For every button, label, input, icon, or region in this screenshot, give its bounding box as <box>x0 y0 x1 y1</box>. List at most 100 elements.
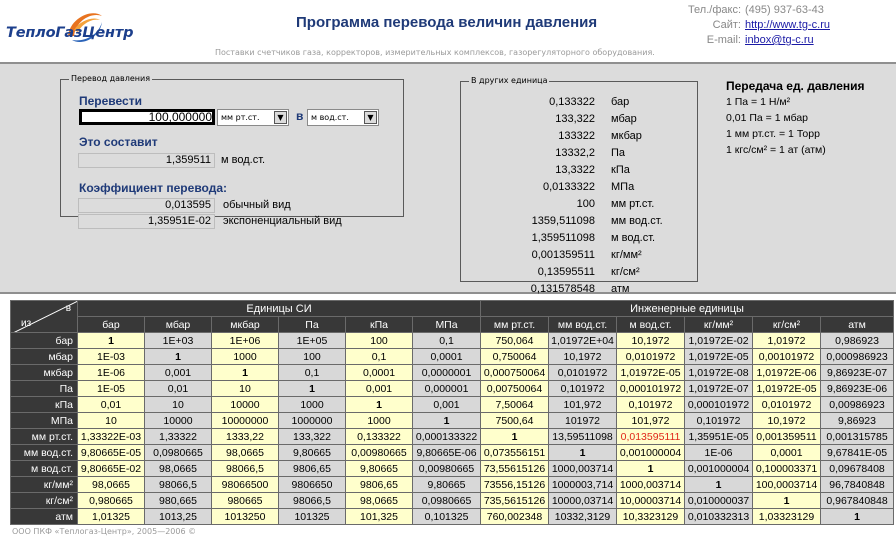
table-cell: 9,86923E-06 <box>820 380 895 397</box>
site-link[interactable]: http://www.tg-c.ru <box>745 19 830 31</box>
table-row: мм вод.ст. 9,80665E-05 0,0980665 98,0665 9,8… <box>10 444 895 461</box>
footer-copyright: ООО ПКФ «Теплогаз-Центр», 2005—2006 © <box>12 527 197 536</box>
table-cell: 73,55615126 <box>480 460 550 477</box>
other-unit: мкбар <box>611 130 642 142</box>
list-item: 100 мм рт.ст. <box>461 196 699 213</box>
table-cell: 10,3323129 <box>616 508 686 525</box>
table-cell: 750,064 <box>480 332 550 349</box>
table-cell: 10 <box>77 412 145 429</box>
table-cell: 980665 <box>211 492 279 509</box>
si-units-header: Единицы СИ <box>76 300 482 317</box>
table-cell: 0,133322 <box>345 428 413 445</box>
from-unit-value: мм рт.ст. <box>221 113 260 122</box>
corner-to-label: в <box>65 303 71 314</box>
table-cell: 1,01972E-02 <box>684 332 754 349</box>
table-cell: 1 <box>144 348 212 365</box>
table-cell: 1,01325 <box>77 508 145 525</box>
from-unit-select[interactable]: мм рт.ст. ▼ <box>217 109 289 126</box>
column-header: бар <box>77 316 145 333</box>
email-link[interactable]: inbox@tg-c.ru <box>745 34 814 46</box>
table-cell: 1,33322 <box>144 428 212 445</box>
table-row: кг/мм² 98,0665 98066,5 98066500 9806650 9806,… <box>10 476 895 493</box>
table-cell: 1000003,714 <box>548 476 618 493</box>
result-value: 1,359511 <box>78 153 215 168</box>
row-header: мкбар <box>10 364 78 381</box>
table-cell: 0,750064 <box>480 348 550 365</box>
table-cell: 0,00980665 <box>345 444 413 461</box>
table-cell: 0,0980665 <box>144 444 212 461</box>
table-cell: 98066500 <box>211 476 279 493</box>
table-cell: 1,01972E-05 <box>684 348 754 365</box>
table-cell: 10 <box>144 396 212 413</box>
table-cell: 0,001315785 <box>820 428 895 445</box>
logo-text: ТеплоГазЦентр <box>6 25 134 41</box>
other-unit: кг/см² <box>611 266 640 278</box>
table-body: бар 1 1E+03 1E+06 1E+05 100 0,1 750,064 1,01972E… <box>10 332 895 525</box>
table-corner: в из <box>10 300 78 333</box>
coefficient-exp-value: 1,35951E-02 <box>78 214 215 229</box>
table-cell: 0,001 <box>411 396 482 413</box>
table-cell: 1 <box>684 476 754 493</box>
converter-panel: Перевод давления Перевести 100,000000 мм… <box>0 62 896 295</box>
other-value: 13332,2 <box>555 147 595 159</box>
table-cell: 1,01972E+04 <box>548 332 618 349</box>
list-item: 1359,511098 мм вод.ст. <box>461 213 699 230</box>
table-cell: 101,325 <box>345 508 413 525</box>
to-unit-select[interactable]: м вод.ст. ▼ <box>307 109 379 126</box>
convert-label: Перевести <box>79 94 142 108</box>
column-header: мм вод.ст. <box>548 316 618 333</box>
table-cell: 98066,5 <box>144 476 212 493</box>
table-cell: 9806,65 <box>278 460 346 477</box>
table-cell: 0,09678408 <box>820 460 895 477</box>
list-item: 0,0133322 МПа <box>461 179 699 196</box>
other-value: 0,13595511 <box>537 266 595 278</box>
table-cell: 1000,003714 <box>616 476 686 493</box>
site-label: Сайт: <box>712 19 741 31</box>
table-cell: 1E-06 <box>684 444 754 461</box>
other-unit: МПа <box>611 181 635 193</box>
column-header: кПа <box>345 316 413 333</box>
other-unit: кг/мм² <box>611 249 642 261</box>
value-input[interactable]: 100,000000 <box>79 109 215 125</box>
table-row: мм рт.ст. 1,33322E-03 1,33322 1333,22 133,32… <box>10 428 895 445</box>
table-cell: 101972 <box>548 412 618 429</box>
other-value: 13,3322 <box>555 164 595 176</box>
table-cell: 0,01 <box>144 380 212 397</box>
row-header: кг/см² <box>10 492 78 509</box>
table-cell: 0,986923 <box>820 332 895 349</box>
table-cell: 0,000986923 <box>820 348 895 365</box>
table-cell: 1013250 <box>211 508 279 525</box>
other-units-list: 0,133322 бар 133,322 мбар 133322 мкбар 1333… <box>461 94 699 298</box>
other-units-group: В других единица 0,133322 бар 133,322 мбар… <box>460 75 698 295</box>
list-item: 13332,2 Па <box>461 145 699 162</box>
chevron-down-icon[interactable]: ▼ <box>364 111 377 124</box>
table-cell: 7,50064 <box>480 396 550 413</box>
table-cell: 100,0003714 <box>752 476 822 493</box>
table-cell: 0,1 <box>345 348 413 365</box>
table-cell: 0,980665 <box>77 492 145 509</box>
table-cell: 0,000133322 <box>411 428 482 445</box>
other-value: 0,133322 <box>549 96 595 108</box>
table-cell: 10000 <box>144 412 212 429</box>
table-cell: 10,1972 <box>616 332 686 349</box>
row-header: кПа <box>10 396 78 413</box>
table-cell: 0,1 <box>411 332 482 349</box>
table-cell: 0,0000001 <box>411 364 482 381</box>
table-cell: 0,101972 <box>684 412 754 429</box>
table-cell: 1,33322E-03 <box>77 428 145 445</box>
list-item: 13,3322 кПа <box>461 162 699 179</box>
other-value: 1,359511098 <box>531 232 595 244</box>
row-header: бар <box>10 332 78 349</box>
chevron-down-icon[interactable]: ▼ <box>274 111 287 124</box>
table-cell: 9806650 <box>278 476 346 493</box>
conversion-table: в из Единицы СИ Инженерные единицы бар мб… <box>10 300 895 525</box>
table-row: кПа 0,01 10 10000 1000 1 0,001 7,50064 101,972 0,… <box>10 396 895 413</box>
row-header: Па <box>10 380 78 397</box>
coefficient-normal-label: обычный вид <box>223 199 291 211</box>
table-cell: 0,101972 <box>616 396 686 413</box>
table-cell: 1E+05 <box>278 332 346 349</box>
table-row: кг/см² 0,980665 980,665 980665 98066,5 98,066… <box>10 492 895 509</box>
table-cell: 100 <box>345 332 413 349</box>
table-cell: 10,1972 <box>548 348 618 365</box>
table-cell: 101325 <box>278 508 346 525</box>
